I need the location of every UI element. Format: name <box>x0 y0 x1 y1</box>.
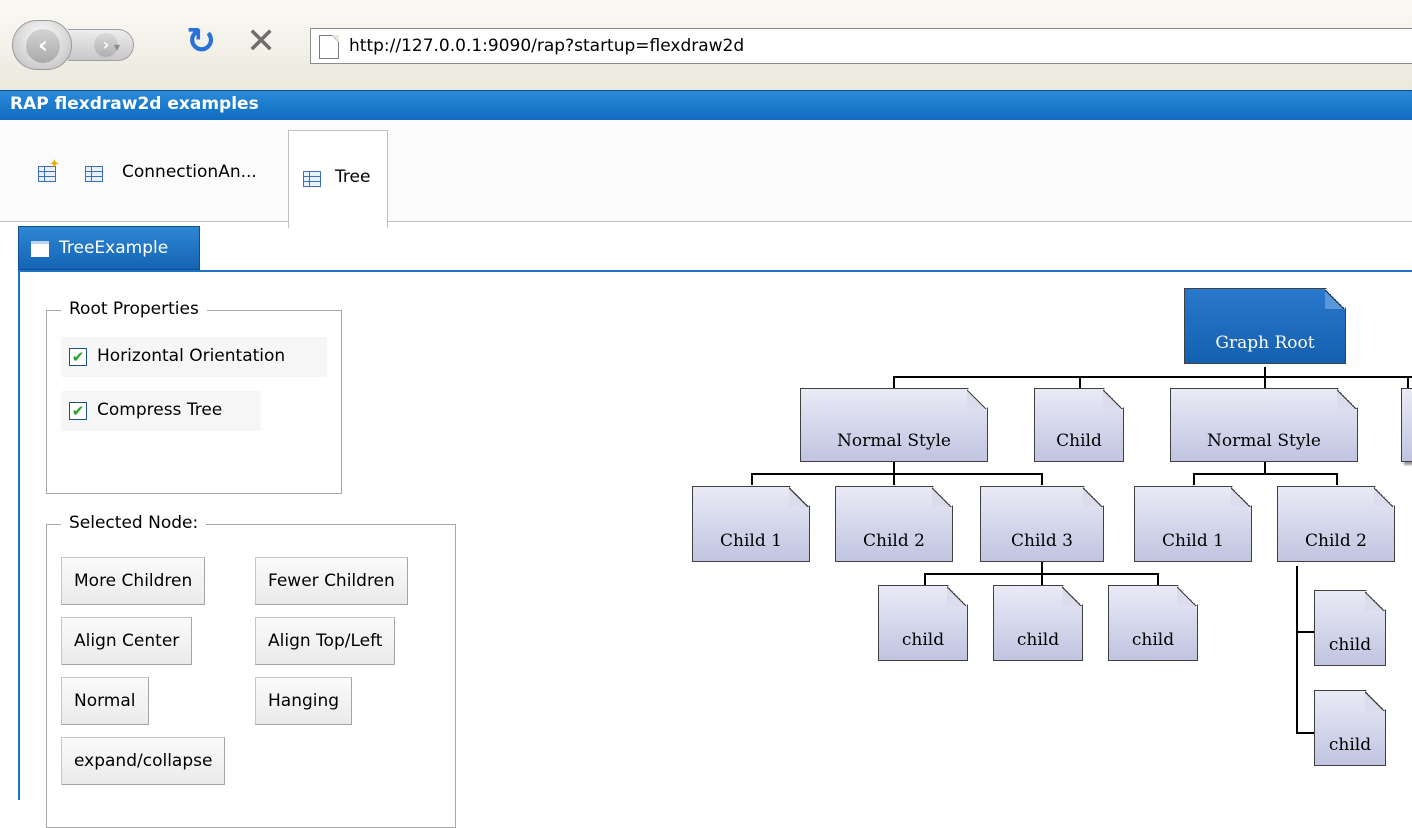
app-title: RAP flexdraw2d examples <box>10 94 259 114</box>
tree-node-leaf[interactable]: child <box>878 585 968 661</box>
perspective-bar: ConnectionAn... Tree <box>0 120 1412 228</box>
node-fold-icon <box>967 389 987 409</box>
stop-icon[interactable]: ✕ <box>246 22 276 62</box>
tree-edge <box>751 473 753 485</box>
tree-node-leaf[interactable]: child <box>1314 590 1386 666</box>
tree-edge <box>1407 376 1409 388</box>
tree-node-normal-style-1[interactable]: Normal Style <box>800 388 988 462</box>
node-fold-icon <box>1325 289 1345 309</box>
tree-edge <box>1336 473 1338 485</box>
tree-node-leaf[interactable]: child <box>1108 585 1198 661</box>
tree-node-child-1[interactable]: Child 1 <box>1134 486 1252 562</box>
tree-edge <box>751 473 1043 475</box>
node-label: Normal Style <box>837 431 951 451</box>
tree-node-child-3[interactable]: Child 3 <box>980 486 1104 562</box>
tree-edge <box>1296 566 1298 734</box>
node-fold-icon <box>947 586 967 606</box>
view-window-icon <box>31 241 49 257</box>
forward-button[interactable]: › ▾ <box>68 29 134 61</box>
tree-example-view: TreeExample Root Properties ✔ Horizontal… <box>18 226 1412 828</box>
reload-icon[interactable]: ↻ <box>186 22 216 62</box>
tree-edge <box>893 473 895 485</box>
node-fold-icon <box>1177 586 1197 606</box>
tree-node-child-2[interactable]: Child 2 <box>835 486 953 562</box>
node-fold-icon <box>1231 487 1251 507</box>
tree-node-leaf[interactable]: child <box>1314 690 1386 766</box>
tree-graph-canvas[interactable]: Graph Root Normal Style Child Normal Sty… <box>20 272 1412 802</box>
tree-node-normal-style-2[interactable]: Normal Style <box>1170 388 1358 462</box>
node-fold-icon <box>1365 691 1385 711</box>
history-dropdown-icon[interactable]: ▾ <box>114 40 120 54</box>
tree-edge <box>924 573 926 585</box>
tree-node-leaf[interactable]: child <box>993 585 1083 661</box>
browser-toolbar: › ▾ ‹ ↻ ✕ http://127.0.0.1:9090/rap?star… <box>0 0 1412 90</box>
perspective-tab-tree[interactable]: Tree <box>288 130 388 228</box>
view-tab-tree-example[interactable]: TreeExample <box>18 226 200 270</box>
node-fold-icon <box>789 487 809 507</box>
address-bar[interactable]: http://127.0.0.1:9090/rap?startup=flexdr… <box>310 28 1412 64</box>
tree-edge <box>893 376 1412 378</box>
node-fold-icon <box>1374 487 1394 507</box>
node-fold-icon <box>1083 487 1103 507</box>
perspective-tab-label: ConnectionAn... <box>122 162 257 182</box>
node-label: Child 1 <box>720 531 782 551</box>
node-fold-icon <box>1365 591 1385 611</box>
tree-edge <box>1193 473 1338 475</box>
tree-edge <box>893 376 895 388</box>
tree-edge <box>1296 732 1314 734</box>
node-label: Child 1 <box>1162 531 1224 551</box>
open-perspective-icon[interactable] <box>38 157 60 182</box>
node-label: child <box>901 630 945 650</box>
app-title-bar: RAP flexdraw2d examples <box>0 90 1412 120</box>
node-label: Normal Style <box>1207 431 1321 451</box>
tree-edge <box>1079 376 1081 388</box>
address-bar-url[interactable]: http://127.0.0.1:9090/rap?startup=flexdr… <box>349 36 744 56</box>
page-icon <box>319 35 339 59</box>
tree-edge <box>1157 573 1159 585</box>
tree-node-child-2[interactable]: Child 2 <box>1277 486 1395 562</box>
node-fold-icon <box>1103 389 1123 409</box>
tree-edge <box>1264 376 1266 388</box>
tree-node-partial[interactable] <box>1401 388 1412 462</box>
node-label: child <box>1131 630 1175 650</box>
node-label: Child <box>1056 431 1102 451</box>
back-arrow-icon: ‹ <box>26 29 60 63</box>
node-label: child <box>1016 630 1060 650</box>
tree-edge <box>1296 631 1314 633</box>
view-body: Root Properties ✔ Horizontal Orientation… <box>18 270 1412 828</box>
tree-edge <box>1193 473 1195 485</box>
node-label: child <box>1328 635 1372 655</box>
node-label: Child 3 <box>1011 531 1073 551</box>
node-label: Graph Root <box>1215 333 1315 353</box>
tree-edge <box>1041 473 1043 485</box>
node-fold-icon <box>1062 586 1082 606</box>
navigation-buttons: › ▾ ‹ <box>12 20 174 70</box>
tree-node-child[interactable]: Child <box>1034 388 1124 462</box>
perspective-grid-icon <box>303 171 321 187</box>
node-fold-icon <box>932 487 952 507</box>
node-label: Child 2 <box>863 531 925 551</box>
node-label: child <box>1328 735 1372 755</box>
tree-edge <box>1041 573 1043 585</box>
back-button[interactable]: ‹ <box>12 20 72 70</box>
perspective-grid-icon <box>85 166 103 182</box>
node-fold-icon <box>1337 389 1357 409</box>
tree-node-child-1[interactable]: Child 1 <box>692 486 810 562</box>
tree-node-root[interactable]: Graph Root <box>1184 288 1346 364</box>
view-tab-label: TreeExample <box>59 238 169 258</box>
perspective-tab-label: Tree <box>335 167 371 187</box>
node-label: Child 2 <box>1305 531 1367 551</box>
